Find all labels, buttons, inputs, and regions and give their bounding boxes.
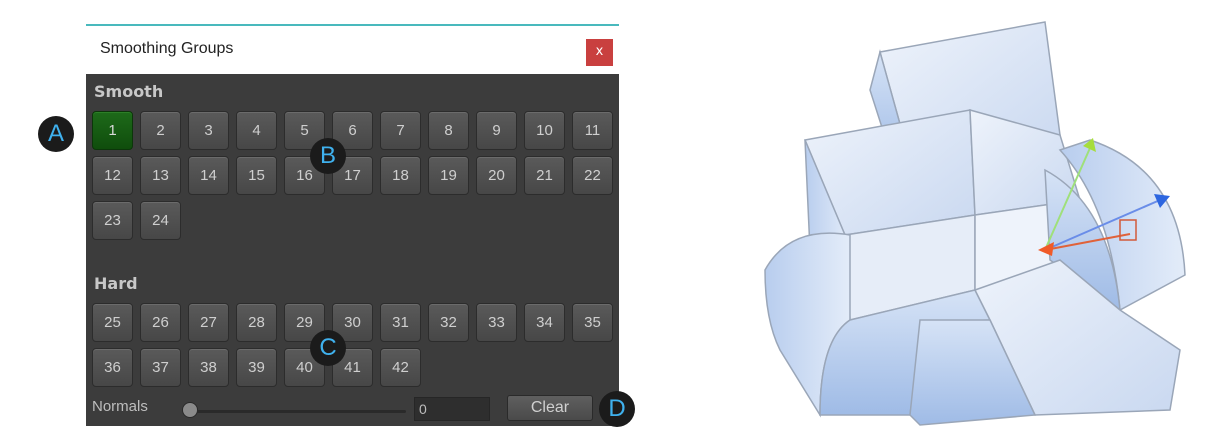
smooth-group-button[interactable]: 7 — [380, 111, 421, 150]
hard-group-button[interactable]: 39 — [236, 348, 277, 387]
smooth-group-button[interactable]: 10 — [524, 111, 565, 150]
smooth-group-button[interactable]: 15 — [236, 156, 277, 195]
mesh-preview-viewport — [764, 21, 1186, 426]
smooth-group-button[interactable]: 22 — [572, 156, 613, 195]
window-titlebar: Smoothing Groups x — [86, 26, 619, 74]
smoothing-groups-window: Smoothing Groups x Smooth 1 2 3 4 5 6 7 8 9 10 11 1… — [86, 24, 619, 426]
callout-d: D — [599, 391, 635, 427]
smooth-group-button[interactable]: 12 — [92, 156, 133, 195]
normals-slider-handle[interactable] — [182, 402, 198, 418]
clear-button[interactable]: Clear — [507, 395, 593, 421]
callout-b: B — [310, 138, 346, 174]
hard-group-button[interactable]: 31 — [380, 303, 421, 342]
mesh-model — [764, 21, 1186, 426]
smooth-group-button[interactable]: 13 — [140, 156, 181, 195]
close-button[interactable]: x — [586, 39, 613, 66]
smooth-group-button[interactable]: 20 — [476, 156, 517, 195]
hard-section-label: Hard — [94, 274, 138, 293]
smooth-group-button[interactable]: 8 — [428, 111, 469, 150]
smooth-group-button[interactable]: 11 — [572, 111, 613, 150]
smooth-group-button[interactable]: 21 — [524, 156, 565, 195]
smooth-group-button[interactable]: 19 — [428, 156, 469, 195]
smooth-group-button[interactable]: 24 — [140, 201, 181, 240]
window-title: Smoothing Groups — [100, 40, 234, 57]
hard-group-button[interactable]: 38 — [188, 348, 229, 387]
smooth-group-button[interactable]: 4 — [236, 111, 277, 150]
hard-group-button[interactable]: 28 — [236, 303, 277, 342]
smooth-group-button[interactable]: 14 — [188, 156, 229, 195]
normals-slider-track[interactable] — [186, 410, 406, 413]
hard-group-button[interactable]: 42 — [380, 348, 421, 387]
hard-group-button[interactable]: 33 — [476, 303, 517, 342]
normals-label: Normals — [92, 398, 148, 415]
hard-group-button[interactable]: 32 — [428, 303, 469, 342]
normals-value-field[interactable]: 0 — [414, 397, 490, 421]
hard-group-button[interactable]: 26 — [140, 303, 181, 342]
smooth-section-label: Smooth — [94, 82, 164, 101]
smooth-group-button[interactable]: 9 — [476, 111, 517, 150]
hard-groups-grid: 25 26 27 28 29 30 31 32 33 34 35 36 37 38 39 40 41 42 — [92, 303, 613, 387]
hard-group-button[interactable]: 34 — [524, 303, 565, 342]
smooth-group-button[interactable]: 23 — [92, 201, 133, 240]
callout-c: C — [310, 330, 346, 366]
hard-group-button[interactable]: 36 — [92, 348, 133, 387]
callout-a: A — [38, 116, 74, 152]
smooth-group-button[interactable]: 3 — [188, 111, 229, 150]
hard-group-button[interactable]: 37 — [140, 348, 181, 387]
smooth-group-button[interactable]: 1 — [92, 111, 133, 150]
hard-group-button[interactable]: 27 — [188, 303, 229, 342]
smooth-group-button[interactable]: 2 — [140, 111, 181, 150]
smooth-groups-grid: 1 2 3 4 5 6 7 8 9 10 11 12 13 14 15 16 17 18 19 20 21 22 23 24 — [92, 111, 613, 240]
hard-group-button[interactable]: 25 — [92, 303, 133, 342]
smooth-group-button[interactable]: 18 — [380, 156, 421, 195]
hard-group-button[interactable]: 35 — [572, 303, 613, 342]
